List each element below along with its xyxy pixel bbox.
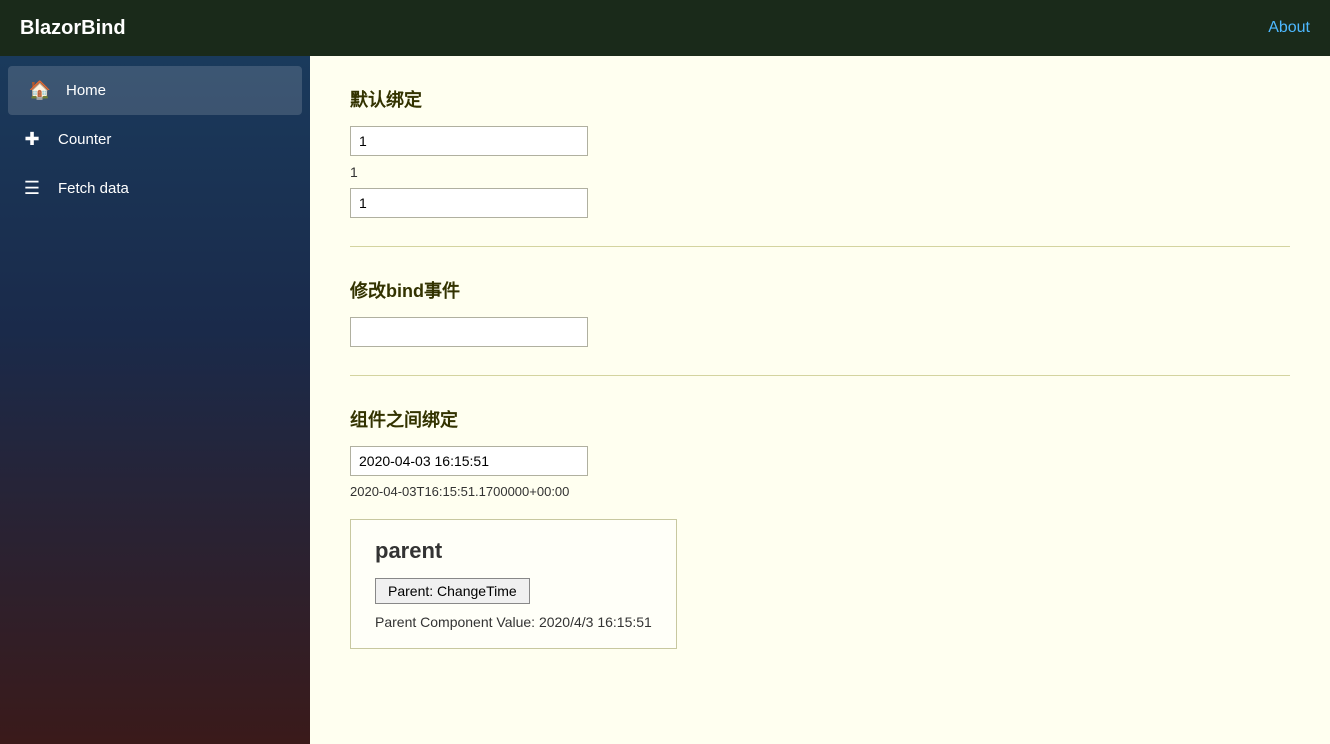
sidebar-item-label: Home xyxy=(66,82,106,99)
navbar: BlazorBind About xyxy=(0,0,1330,56)
sidebar-item-counter[interactable]: ✚ Counter xyxy=(0,115,310,164)
datetime-input[interactable] xyxy=(350,446,588,476)
app-brand: BlazorBind xyxy=(20,17,126,40)
parent-value-text: Parent Component Value: 2020/4/3 16:15:5… xyxy=(375,614,652,630)
sidebar-item-home[interactable]: 🏠 Home xyxy=(8,66,302,115)
section-title-3: 组件之间绑定 xyxy=(350,406,1290,432)
parent-title: parent xyxy=(375,538,652,564)
section-bind-event: 修改bind事件 xyxy=(350,277,1290,376)
sidebar-item-label: Fetch data xyxy=(58,180,129,197)
home-icon: 🏠 xyxy=(28,80,52,101)
section-default-binding: 默认绑定 1 xyxy=(350,86,1290,247)
sidebar-item-fetch-data[interactable]: ☰ Fetch data xyxy=(0,164,310,213)
plus-icon: ✚ xyxy=(20,129,44,150)
main-layout: 🏠 Home ✚ Counter ☰ Fetch data 默认绑定 1 修改b… xyxy=(0,56,1330,744)
sidebar: 🏠 Home ✚ Counter ☰ Fetch data xyxy=(0,56,310,744)
list-icon: ☰ xyxy=(20,178,44,199)
default-binding-input-2[interactable] xyxy=(350,188,588,218)
section-title-1: 默认绑定 xyxy=(350,86,1290,112)
parent-component-box: parent Parent: ChangeTime Parent Compone… xyxy=(350,519,677,649)
main-content: 默认绑定 1 修改bind事件 组件之间绑定 2020-04-03T16:15:… xyxy=(310,56,1330,744)
datetime-full-value: 2020-04-03T16:15:51.1700000+00:00 xyxy=(350,484,1290,499)
section-component-binding: 组件之间绑定 2020-04-03T16:15:51.1700000+00:00… xyxy=(350,406,1290,669)
bind-event-input[interactable] xyxy=(350,317,588,347)
default-binding-input-1[interactable] xyxy=(350,126,588,156)
change-time-button[interactable]: Parent: ChangeTime xyxy=(375,578,530,604)
section-title-2: 修改bind事件 xyxy=(350,277,1290,303)
about-link[interactable]: About xyxy=(1268,19,1310,37)
default-binding-value: 1 xyxy=(350,164,1290,180)
sidebar-item-label: Counter xyxy=(58,131,111,148)
